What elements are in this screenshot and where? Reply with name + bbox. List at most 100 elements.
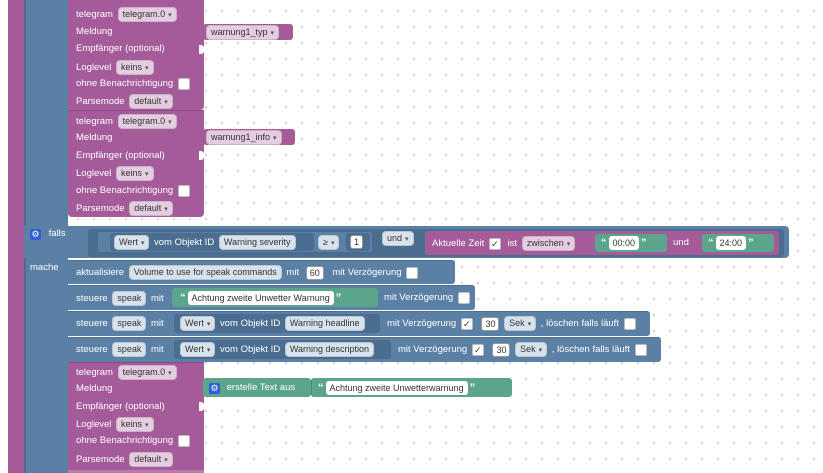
und2-label: und bbox=[673, 237, 689, 248]
steuere1-delay-checkbox[interactable] bbox=[457, 292, 470, 304]
outer-purple-strip bbox=[8, 0, 24, 473]
steuere2-unit-dropdown[interactable]: Sek ▾ bbox=[504, 316, 537, 331]
steuere3-unit-dropdown[interactable]: Sek ▾ bbox=[515, 342, 548, 357]
parsemode-dropdown[interactable]: default ▾ bbox=[129, 201, 173, 216]
wert-dropdown[interactable]: Wert ▾ bbox=[180, 342, 216, 357]
wert-dropdown[interactable]: Wert ▾ bbox=[114, 235, 150, 250]
erstelle-text-label: erstelle Text aus bbox=[226, 382, 296, 393]
steuere2-delay-value[interactable]: 30 bbox=[481, 316, 500, 331]
steuere-mit-label: mit bbox=[151, 292, 164, 304]
steuere2-delay-checkbox[interactable]: ✓ bbox=[460, 317, 473, 330]
time-from-field[interactable]: 00:00 bbox=[608, 236, 640, 250]
telegram-block-1[interactable]: telegram telegram.0 ▾ Meldung Empfänger (… bbox=[68, 0, 204, 110]
steuere3-delay-value[interactable]: 30 bbox=[492, 342, 511, 357]
steuere-target-selector[interactable]: speak bbox=[112, 342, 147, 357]
object-id-selector[interactable]: Warning headline bbox=[284, 316, 365, 331]
aktuelle-zeit-label: Aktuelle Zeit bbox=[432, 237, 485, 249]
loglevel-label: Loglevel bbox=[76, 61, 112, 73]
loglevel-label: Loglevel bbox=[76, 167, 112, 179]
wert-dropdown[interactable]: Wert ▾ bbox=[180, 316, 216, 331]
empfaenger-label: Empfänger (optional) bbox=[76, 43, 165, 54]
gear-icon[interactable]: ⚙ bbox=[209, 382, 220, 394]
parsemode-label: Parsemode bbox=[76, 202, 125, 214]
telegram-instance-dropdown[interactable]: telegram.0 ▾ bbox=[117, 7, 177, 22]
aktualisiere-label: aktualisiere bbox=[76, 266, 125, 278]
compare-value-field[interactable]: 1 bbox=[350, 235, 364, 249]
meldung-label: Meldung bbox=[76, 132, 113, 143]
ohne-benachrichtigung-checkbox[interactable] bbox=[177, 185, 190, 197]
telegram-block-3[interactable]: telegram telegram.0 ▾ Meldung Empfänger (… bbox=[68, 362, 204, 473]
ohne-benachrichtigung-label: ohne Benachrichtigung bbox=[76, 435, 174, 446]
loglevel-label: Loglevel bbox=[76, 418, 112, 430]
steuere3-clear-checkbox[interactable] bbox=[634, 343, 647, 356]
steuere-label: steuere bbox=[76, 292, 108, 304]
steuere-target-selector[interactable]: speak bbox=[112, 316, 147, 331]
quote-open-icon: “ bbox=[601, 237, 607, 249]
ohne-benachrichtigung-label: ohne Benachrichtigung bbox=[76, 185, 174, 196]
gear-icon[interactable]: ⚙ bbox=[30, 228, 41, 240]
telegram-block-2[interactable]: telegram telegram.0 ▾ Meldung Empfänger (… bbox=[68, 110, 204, 217]
object-id-selector[interactable]: Warning description bbox=[284, 342, 375, 357]
steuere-mit-label: mit bbox=[151, 343, 164, 355]
telegram-instance-dropdown[interactable]: telegram.0 ▾ bbox=[117, 114, 177, 129]
aktualisiere-value-field[interactable]: 60 bbox=[305, 265, 324, 280]
zwischen-dropdown[interactable]: zwischen ▾ bbox=[521, 236, 576, 251]
vom-objekt-label: vom Objekt ID bbox=[154, 236, 215, 248]
quote-close-icon: ” bbox=[335, 292, 342, 304]
steuere1-delay-label: mit Verzögerung bbox=[384, 292, 454, 303]
empfaenger-label: Empfänger (optional) bbox=[76, 150, 165, 161]
quote-open-icon: “ bbox=[318, 382, 324, 394]
telegram-label: telegram bbox=[76, 8, 113, 20]
variable-block-warnung1-typ[interactable]: warnung1_typ ▾ bbox=[203, 24, 293, 40]
quote-open-icon: “ bbox=[708, 237, 714, 249]
loglevel-dropdown[interactable]: keins ▾ bbox=[116, 166, 154, 181]
operator-dropdown[interactable]: ≥ ▾ bbox=[318, 235, 340, 250]
falls-label: falls bbox=[48, 228, 66, 239]
empfaenger-socket[interactable] bbox=[199, 151, 204, 160]
telegram-label: telegram bbox=[76, 366, 113, 378]
object-id-selector[interactable]: Warning severity bbox=[218, 235, 296, 250]
aktualisiere-object-selector[interactable]: Volume to use for speak commands bbox=[128, 265, 282, 280]
quote-open-icon: “ bbox=[180, 292, 186, 304]
quote-close-icon: ” bbox=[641, 237, 647, 249]
meldung-label: Meldung bbox=[76, 26, 113, 37]
steuere1-text-field[interactable]: Achtung zweite Unwetter Warnung bbox=[187, 291, 334, 305]
variable-block-warnung1-info[interactable]: warnung1_info ▾ bbox=[203, 129, 295, 145]
steuere3-clear-label: , löschen falls läuft bbox=[551, 343, 630, 355]
aktualisiere-mit-label: mit bbox=[286, 266, 300, 278]
aktualisiere-delay-checkbox[interactable] bbox=[406, 266, 419, 279]
ohne-benachrichtigung-checkbox[interactable] bbox=[177, 78, 190, 90]
steuere2-clear-checkbox[interactable] bbox=[623, 317, 636, 330]
aktuelle-zeit-checkbox[interactable]: ✓ bbox=[488, 237, 501, 250]
steuere-label: steuere bbox=[76, 343, 108, 355]
steuere2-clear-label: , löschen falls läuft bbox=[540, 317, 619, 329]
telegram-label: telegram bbox=[76, 115, 113, 127]
erstelle-text-field[interactable]: Achtung zweite Unwetterwarnung bbox=[325, 381, 468, 395]
mache-label: mache bbox=[30, 262, 59, 273]
empfaenger-socket[interactable] bbox=[199, 402, 204, 411]
vom-objekt-label: vom Objekt ID bbox=[220, 317, 281, 329]
time-to-field[interactable]: 24:00 bbox=[715, 236, 747, 250]
steuere-label: steuere bbox=[76, 317, 108, 329]
loglevel-dropdown[interactable]: keins ▾ bbox=[116, 60, 154, 75]
loglevel-dropdown[interactable]: keins ▾ bbox=[116, 417, 154, 432]
steuere-target-selector[interactable]: speak bbox=[112, 291, 147, 306]
ist-label: ist bbox=[507, 237, 518, 249]
aktualisiere-delay-label: mit Verzögerung bbox=[332, 266, 402, 278]
steuere3-delay-label: mit Verzögerung bbox=[398, 343, 468, 355]
quote-close-icon: ” bbox=[469, 382, 476, 394]
variable-dropdown[interactable]: warnung1_info ▾ bbox=[206, 130, 282, 145]
parsemode-dropdown[interactable]: default ▾ bbox=[129, 94, 173, 109]
vom-objekt-label: vom Objekt ID bbox=[220, 343, 281, 355]
telegram-instance-dropdown[interactable]: telegram.0 ▾ bbox=[117, 365, 177, 380]
parsemode-label: Parsemode bbox=[76, 453, 125, 465]
variable-dropdown[interactable]: warnung1_typ ▾ bbox=[206, 25, 280, 40]
empfaenger-socket[interactable] bbox=[199, 45, 204, 54]
ohne-benachrichtigung-checkbox[interactable] bbox=[177, 435, 190, 447]
steuere3-delay-checkbox[interactable]: ✓ bbox=[471, 343, 484, 356]
meldung-label: Meldung bbox=[76, 383, 113, 394]
und-dropdown[interactable]: und ▾ bbox=[382, 231, 414, 246]
quote-close-icon: ” bbox=[748, 237, 754, 249]
parsemode-dropdown[interactable]: default ▾ bbox=[129, 452, 173, 467]
steuere-mit-label: mit bbox=[151, 317, 164, 329]
